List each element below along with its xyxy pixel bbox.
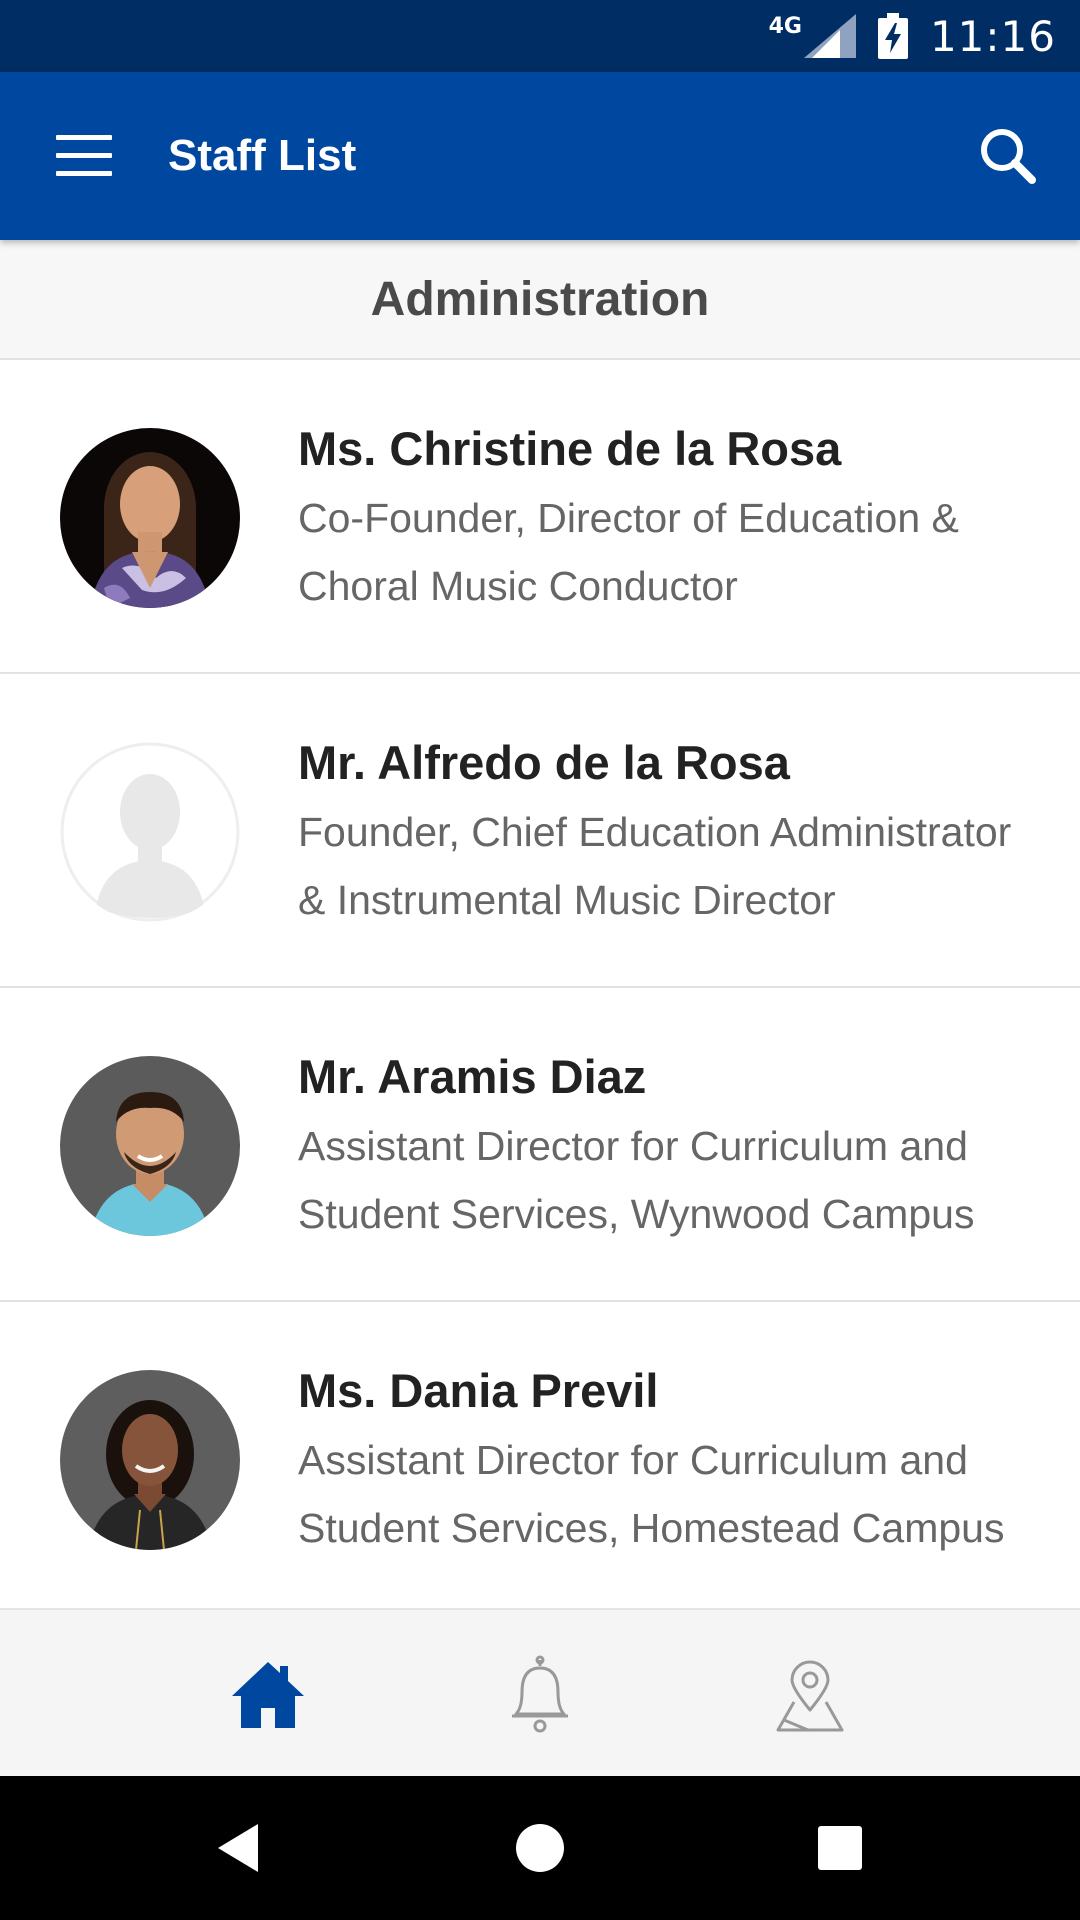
staff-list-item[interactable]: Ms. Christine de la Rosa Co-Founder, Dir… <box>0 360 1080 674</box>
staff-list-item[interactable]: Mr. Aramis Diaz Assistant Director for C… <box>0 988 1080 1302</box>
app-bar: Staff List <box>0 72 1080 240</box>
staff-text: Mr. Aramis Diaz Assistant Director for C… <box>298 1046 1018 1248</box>
staff-role: Assistant Director for Curriculum and St… <box>298 1123 975 1237</box>
section-header: Administration <box>0 240 1080 360</box>
avatar-photo-christine <box>60 428 240 608</box>
avatar-photo-dania <box>60 1370 240 1550</box>
avatar-photo-aramis <box>60 1056 240 1236</box>
back-icon[interactable] <box>210 1818 270 1878</box>
battery-charging-icon <box>877 13 908 59</box>
staff-role: Founder, Chief Education Administrator &… <box>298 809 1012 923</box>
staff-text: Ms. Christine de la Rosa Co-Founder, Dir… <box>298 418 1018 620</box>
home-icon[interactable] <box>226 1652 310 1736</box>
avatar <box>60 742 240 922</box>
home-circle-icon[interactable] <box>510 1818 570 1878</box>
signal-icon <box>803 14 856 58</box>
staff-name: Ms. Christine de la Rosa <box>298 422 842 475</box>
avatar <box>60 1370 240 1550</box>
staff-list-item[interactable]: Mr. Alfredo de la Rosa Founder, Chief Ed… <box>0 674 1080 988</box>
staff-role: Co-Founder, Director of Education & Chor… <box>298 495 959 609</box>
recent-apps-icon[interactable] <box>810 1818 870 1878</box>
menu-icon[interactable] <box>56 135 112 177</box>
staff-list: Ms. Christine de la Rosa Co-Founder, Dir… <box>0 360 1080 1616</box>
system-nav-bar <box>0 1776 1080 1920</box>
clock: 11:16 <box>929 11 1056 61</box>
map-pin-icon[interactable] <box>768 1652 852 1736</box>
staff-list-item[interactable]: Ms. Dania Previl Assistant Director for … <box>0 1302 1080 1616</box>
screen: 4G 11:16 Staff List Administration Ms. C… <box>0 0 1080 1920</box>
avatar <box>60 428 240 608</box>
bottom-nav <box>0 1608 1080 1776</box>
staff-role: Assistant Director for Curriculum and St… <box>298 1437 1005 1551</box>
network-type: 4G <box>768 13 802 39</box>
section-title: Administration <box>370 272 710 326</box>
staff-text: Mr. Alfredo de la Rosa Founder, Chief Ed… <box>298 732 1018 934</box>
search-icon[interactable] <box>972 120 1044 192</box>
avatar-placeholder-icon <box>60 742 240 922</box>
staff-name: Mr. Aramis Diaz <box>298 1050 647 1103</box>
status-bar: 4G 11:16 <box>0 0 1080 72</box>
bell-icon[interactable] <box>498 1652 582 1736</box>
staff-name: Ms. Dania Previl <box>298 1364 659 1417</box>
page-title: Staff List <box>168 131 357 180</box>
staff-name: Mr. Alfredo de la Rosa <box>298 736 790 789</box>
avatar <box>60 1056 240 1236</box>
staff-text: Ms. Dania Previl Assistant Director for … <box>298 1360 1018 1562</box>
